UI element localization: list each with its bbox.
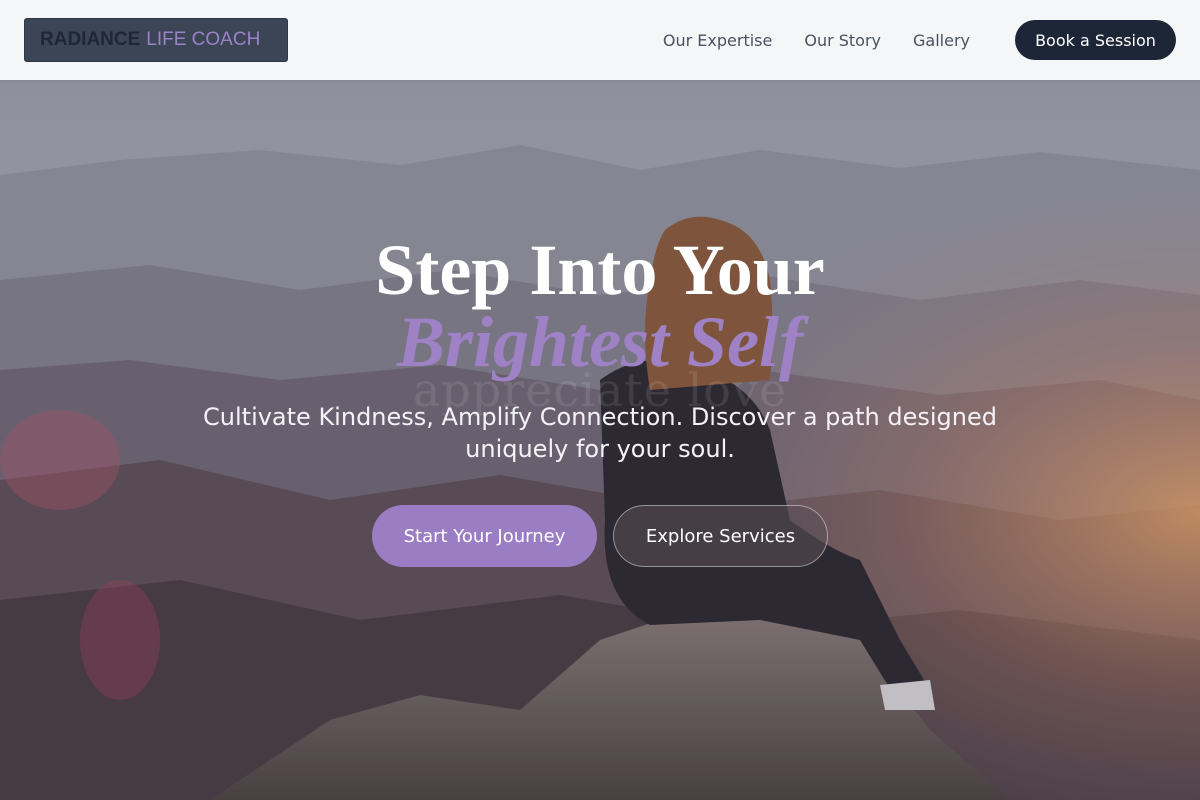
nav-link-gallery[interactable]: Gallery xyxy=(913,31,970,50)
logo-wordmark-light: LIFE COACH xyxy=(146,29,261,50)
explore-services-button[interactable]: Explore Services xyxy=(613,505,828,567)
site-logo[interactable]: RADIANCE LIFE COACH xyxy=(24,18,288,62)
hero-subtext: Cultivate Kindness, Amplify Connection. … xyxy=(203,403,997,463)
nav-link-expertise[interactable]: Our Expertise xyxy=(663,31,772,50)
main-nav: Our Expertise Our Story Gallery xyxy=(663,0,1002,80)
book-session-button[interactable]: Book a Session xyxy=(1015,20,1176,60)
hero-headline-line1: Step Into Your xyxy=(375,230,825,310)
logo-wordmark-strong: RADIANCE xyxy=(40,29,141,50)
nav-link-story[interactable]: Our Story xyxy=(804,31,881,50)
site-header: RADIANCE LIFE COACH Our Expertise Our St… xyxy=(0,0,1200,80)
hero-headline-line2: Brightest Self xyxy=(396,302,804,382)
hero-section: appreciate love Step Into Your Brightest… xyxy=(0,80,1200,800)
start-journey-button[interactable]: Start Your Journey xyxy=(372,505,597,567)
